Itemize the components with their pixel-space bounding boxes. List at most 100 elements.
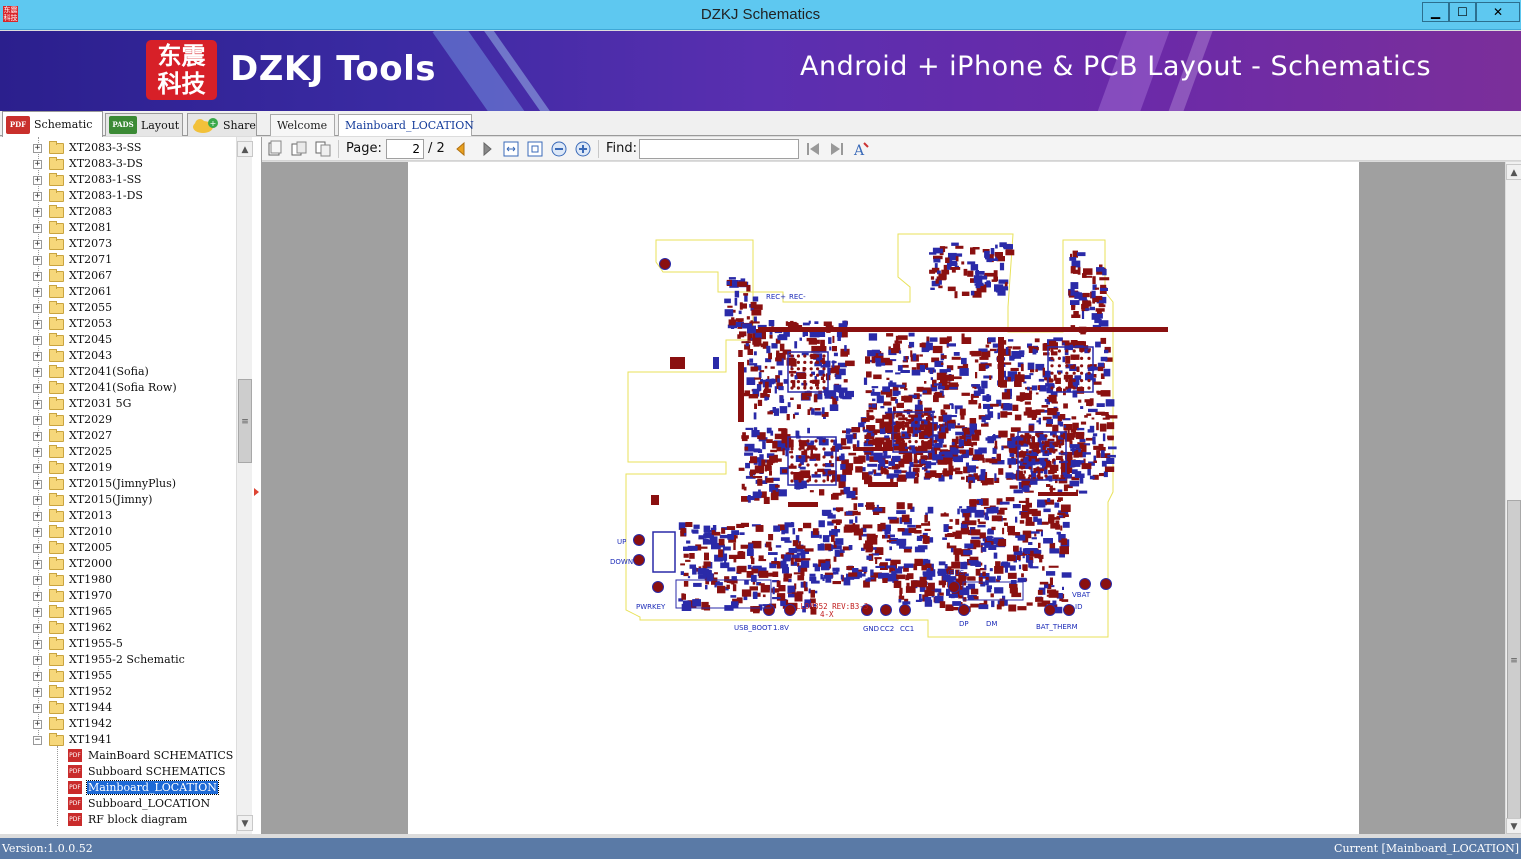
prev-page-icon[interactable] xyxy=(452,140,470,158)
fit-page-icon[interactable] xyxy=(526,140,544,158)
tree-folder-item[interactable]: + XT1965 xyxy=(0,604,236,620)
expand-icon[interactable]: + xyxy=(33,400,42,409)
splitter-collapse-icon[interactable] xyxy=(254,488,259,496)
expand-icon[interactable]: + xyxy=(33,368,42,377)
expand-icon[interactable]: + xyxy=(33,352,42,361)
tree-scrollbar[interactable]: ▲ ≡ ▼ xyxy=(236,137,253,834)
zoom-in-icon[interactable] xyxy=(574,140,592,158)
tree-folder-item[interactable]: + XT2061 xyxy=(0,284,236,300)
expand-icon[interactable]: + xyxy=(33,528,42,537)
open-doc-icon[interactable] xyxy=(266,140,284,158)
expand-icon[interactable]: + xyxy=(33,448,42,457)
tree-file-item[interactable]: PDF MainBoard SCHEMATICS xyxy=(0,748,236,764)
collapse-icon[interactable]: − xyxy=(33,736,42,745)
tab-welcome[interactable]: Welcome xyxy=(270,114,335,136)
expand-icon[interactable]: + xyxy=(33,704,42,713)
tree-folder-item[interactable]: + XT2083-3-DS xyxy=(0,156,236,172)
expand-icon[interactable]: + xyxy=(33,544,42,553)
print-doc-icon[interactable] xyxy=(314,140,332,158)
expand-icon[interactable]: + xyxy=(33,160,42,169)
highlight-text-icon[interactable]: A xyxy=(852,140,870,159)
tree-file-item[interactable]: PDF Subboard SCHEMATICS xyxy=(0,764,236,780)
expand-icon[interactable]: + xyxy=(33,592,42,601)
tree-folder-item[interactable]: + XT1955-2 Schematic xyxy=(0,652,236,668)
tab-schematic[interactable]: PDF Schematic xyxy=(2,111,103,137)
expand-icon[interactable]: + xyxy=(33,480,42,489)
tree-folder-item[interactable]: + XT2083 xyxy=(0,204,236,220)
tree-folder-item[interactable]: + XT2045 xyxy=(0,332,236,348)
tree-folder-item[interactable]: + XT1962 xyxy=(0,620,236,636)
expand-icon[interactable]: + xyxy=(33,560,42,569)
tree-folder-item[interactable]: + XT2083-3-SS xyxy=(0,140,236,156)
close-button[interactable]: ✕ xyxy=(1476,2,1520,22)
tree-folder-item[interactable]: + XT2027 xyxy=(0,428,236,444)
expand-icon[interactable]: + xyxy=(33,720,42,729)
tree-folder-item[interactable]: + XT2073 xyxy=(0,236,236,252)
minimize-button[interactable]: ▁ xyxy=(1422,2,1449,22)
expand-icon[interactable]: + xyxy=(33,624,42,633)
tree-folder-item[interactable]: + XT1944 xyxy=(0,700,236,716)
expand-icon[interactable]: + xyxy=(33,432,42,441)
expand-icon[interactable]: + xyxy=(33,224,42,233)
expand-icon[interactable]: + xyxy=(33,464,42,473)
tree-folder-item[interactable]: + XT2053 xyxy=(0,316,236,332)
find-previous-icon[interactable] xyxy=(804,140,822,158)
tree-folder-item[interactable]: + XT1955 xyxy=(0,668,236,684)
tree-folder-item[interactable]: + XT2055 xyxy=(0,300,236,316)
expand-icon[interactable]: + xyxy=(33,640,42,649)
tree-folder-item[interactable]: + XT2083-1-DS xyxy=(0,188,236,204)
page-number-input[interactable]: 2 xyxy=(386,139,424,159)
tree-folder-item[interactable]: + XT2019 xyxy=(0,460,236,476)
expand-icon[interactable]: + xyxy=(33,496,42,505)
tree-folder-item[interactable]: + XT2081 xyxy=(0,220,236,236)
scroll-down-arrow[interactable]: ▼ xyxy=(237,815,253,831)
scroll-thumb[interactable]: ≡ xyxy=(238,379,252,463)
expand-icon[interactable]: + xyxy=(33,192,42,201)
expand-icon[interactable]: + xyxy=(33,688,42,697)
tree-folder-item[interactable]: + XT2041(Sofia) xyxy=(0,364,236,380)
expand-icon[interactable]: + xyxy=(33,208,42,217)
tree-folder-item[interactable]: + XT1955-5 xyxy=(0,636,236,652)
expand-icon[interactable]: + xyxy=(33,240,42,249)
tree-file-item[interactable]: PDF RF block diagram xyxy=(0,812,236,828)
expand-icon[interactable]: + xyxy=(33,608,42,617)
tree-file-item[interactable]: PDF Mainboard_LOCATION xyxy=(0,780,236,796)
expand-icon[interactable]: + xyxy=(33,576,42,585)
tree-folder-item[interactable]: + XT2071 xyxy=(0,252,236,268)
expand-icon[interactable]: + xyxy=(33,384,42,393)
tree-folder-item[interactable]: + XT2031 5G xyxy=(0,396,236,412)
next-page-icon[interactable] xyxy=(478,140,496,158)
fit-width-icon[interactable] xyxy=(502,140,520,158)
tree-folder-item[interactable]: + XT2041(Sofia Row) xyxy=(0,380,236,396)
tree-folder-item[interactable]: + XT2083-1-SS xyxy=(0,172,236,188)
tree-folder-item[interactable]: + XT2005 xyxy=(0,540,236,556)
expand-icon[interactable]: + xyxy=(33,416,42,425)
scroll-up-arrow[interactable]: ▲ xyxy=(237,141,253,157)
tab-mainboard-location[interactable]: Mainboard_LOCATION × xyxy=(338,114,474,154)
expand-icon[interactable]: + xyxy=(33,288,42,297)
expand-icon[interactable]: + xyxy=(33,176,42,185)
expand-icon[interactable]: + xyxy=(33,256,42,265)
expand-icon[interactable]: + xyxy=(33,272,42,281)
expand-icon[interactable]: + xyxy=(33,320,42,329)
maximize-button[interactable]: ☐ xyxy=(1449,2,1476,22)
viewer-scroll-up-arrow[interactable]: ▲ xyxy=(1506,164,1521,180)
tree-folder-item[interactable]: + XT1980 xyxy=(0,572,236,588)
tree-folder-item[interactable]: + XT2010 xyxy=(0,524,236,540)
tree-folder-item[interactable]: + XT2025 xyxy=(0,444,236,460)
tree-folder-item[interactable]: + XT2029 xyxy=(0,412,236,428)
tree-folder-item[interactable]: + XT2000 xyxy=(0,556,236,572)
tab-layout[interactable]: PADS Layout xyxy=(105,113,183,136)
tree-file-item[interactable]: PDF Subboard_LOCATION xyxy=(0,796,236,812)
zoom-out-icon[interactable] xyxy=(550,140,568,158)
find-input[interactable] xyxy=(639,139,799,159)
expand-icon[interactable]: + xyxy=(33,304,42,313)
viewer-scroll-down-arrow[interactable]: ▼ xyxy=(1506,818,1521,834)
tree-folder-item[interactable]: + XT2043 xyxy=(0,348,236,364)
expand-icon[interactable]: + xyxy=(33,336,42,345)
viewer-scroll-thumb[interactable]: ≡ xyxy=(1507,500,1521,820)
tab-share[interactable]: + Share xyxy=(187,113,257,136)
tree-folder-item[interactable]: + XT2013 xyxy=(0,508,236,524)
copy-doc-icon[interactable] xyxy=(290,140,308,158)
tree-folder-item[interactable]: + XT1970 xyxy=(0,588,236,604)
